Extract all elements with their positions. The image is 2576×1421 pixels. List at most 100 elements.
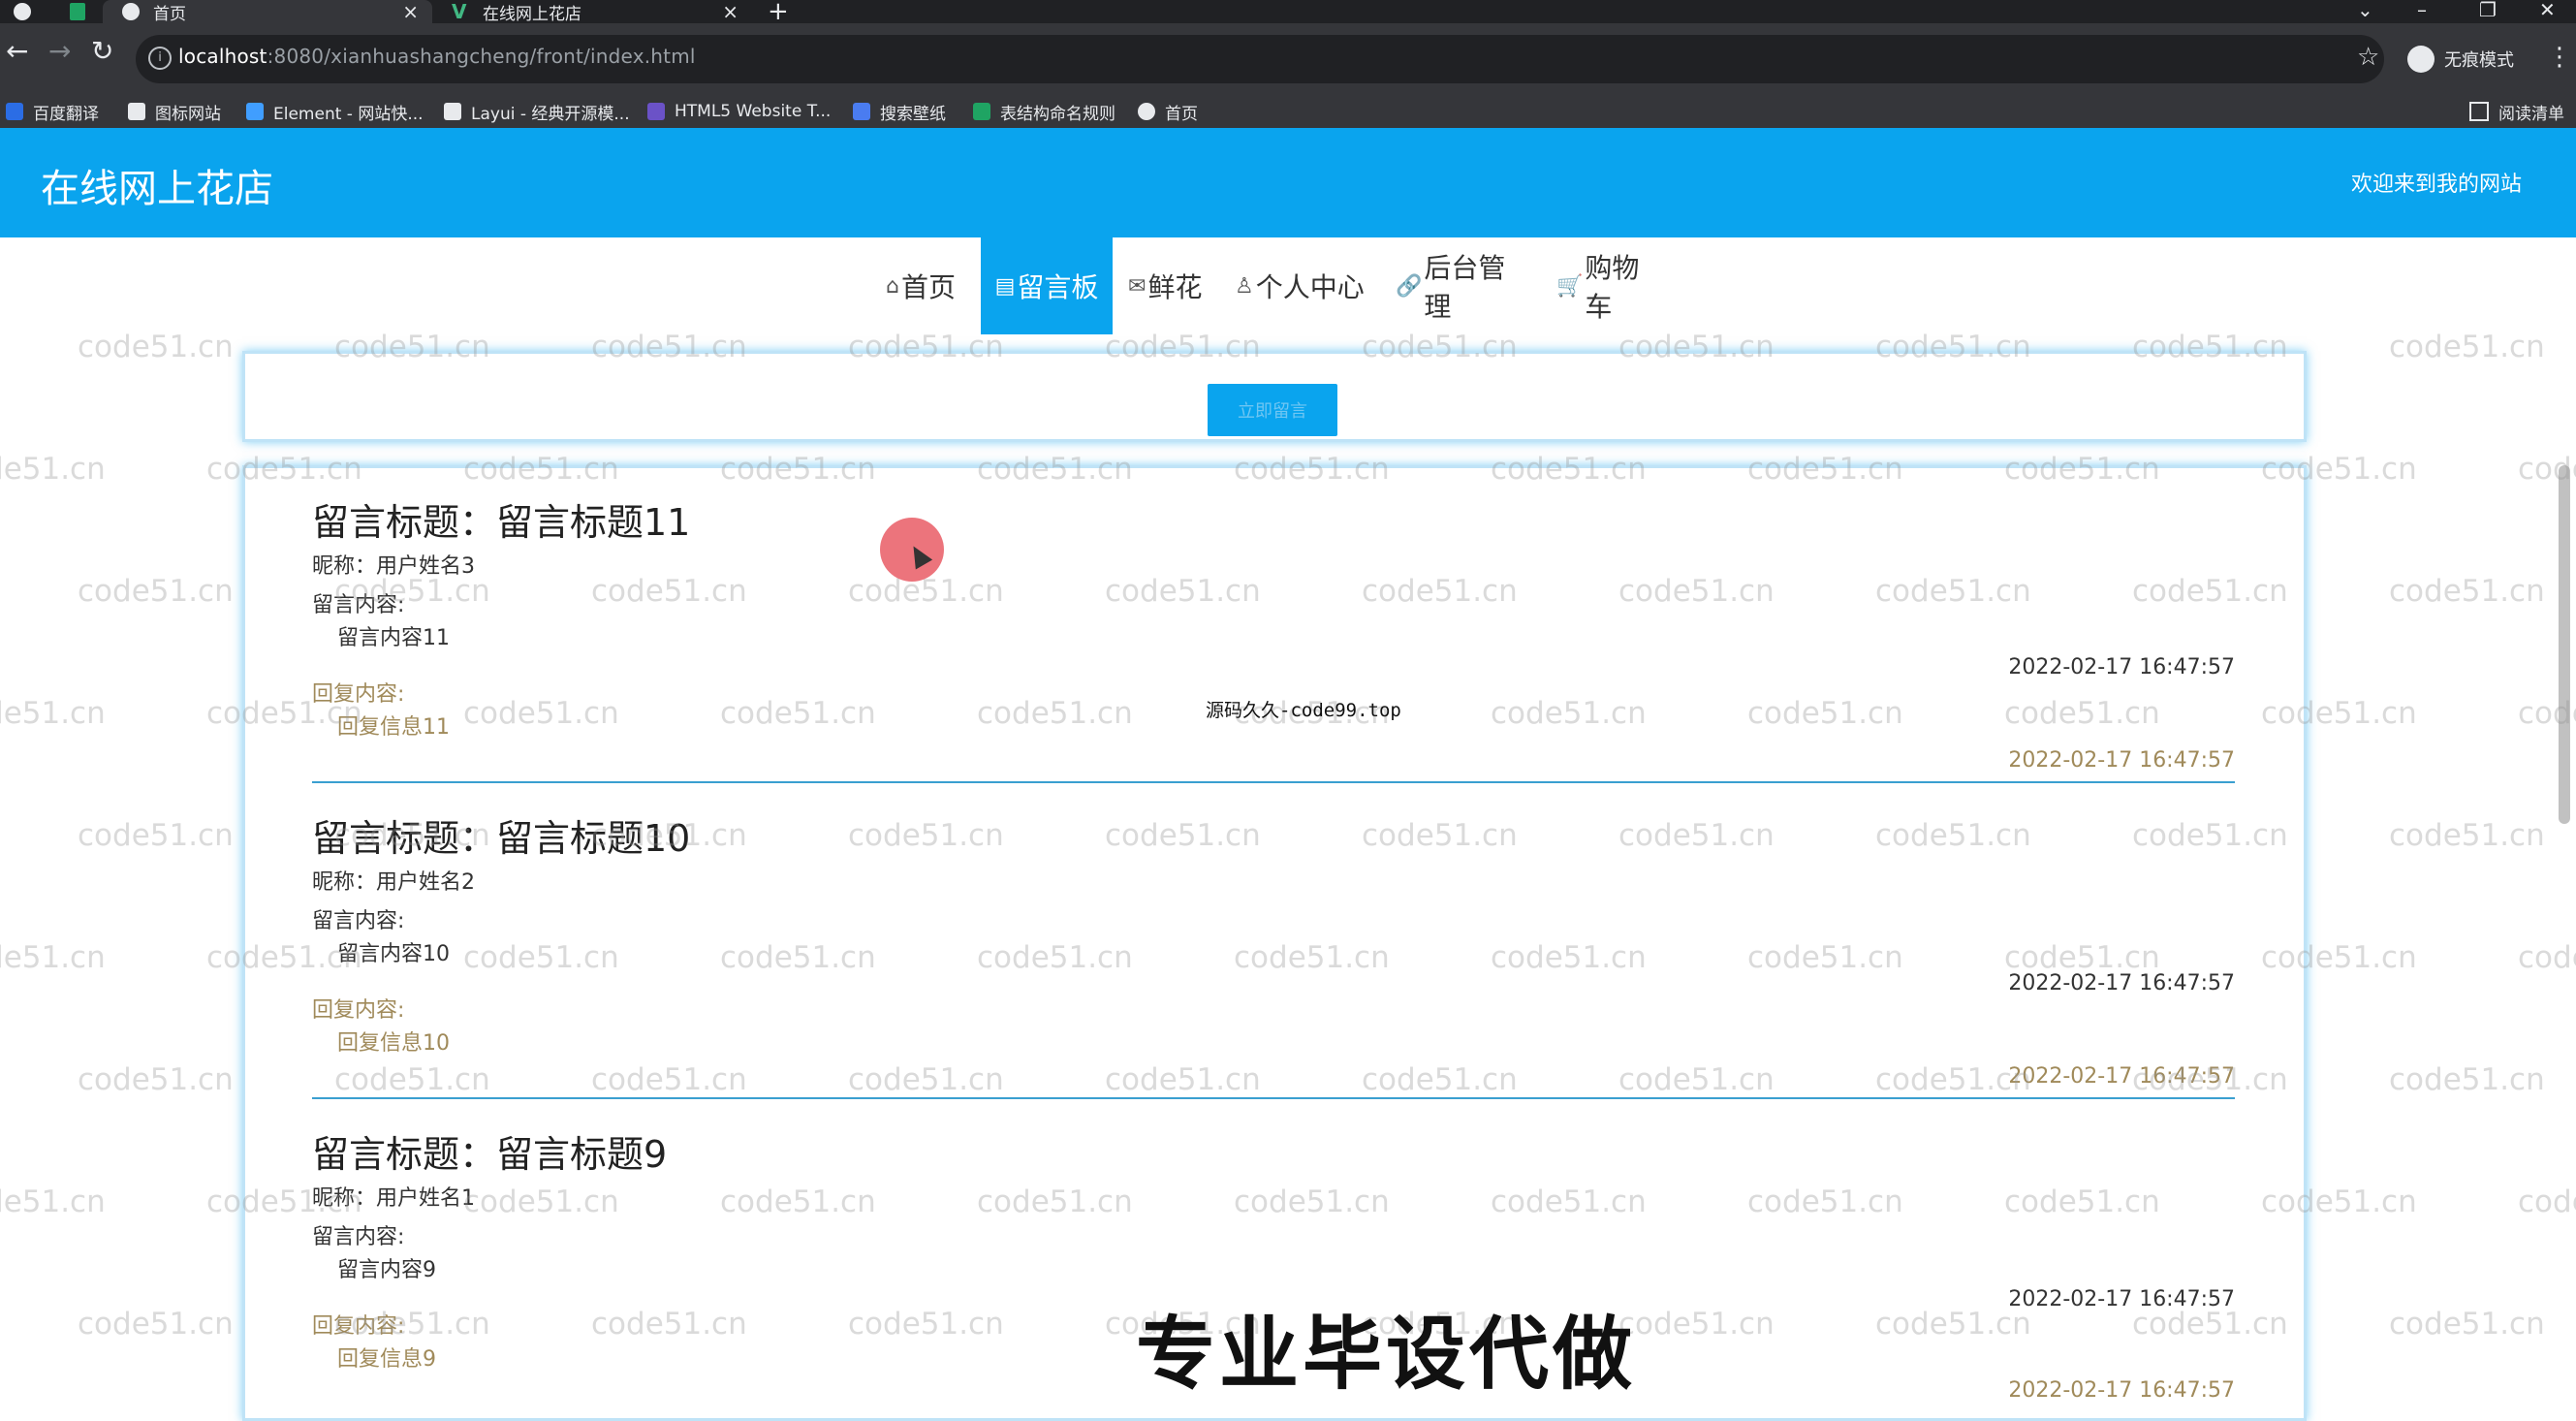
new-tab-button[interactable]: + [768, 0, 789, 24]
url-path: :8080/xianhuashangcheng/front/index.html [267, 45, 696, 68]
bookmark-label: 图标网站 [155, 104, 221, 124]
promo-stamp: 专业毕设代做 [1136, 1309, 1637, 1401]
spreadsheet-pinned-tab-icon[interactable] [70, 3, 85, 20]
watermark-text: code51.cn [2389, 1307, 2545, 1342]
reply-time: 2022-02-17 16:47:57 [2008, 1378, 2235, 1403]
bookmark-star-icon[interactable]: ☆ [2357, 43, 2379, 72]
reply-time: 2022-02-17 16:47:57 [2008, 1064, 2235, 1089]
layui-icon [444, 103, 461, 120]
nav-flowers-label: 鲜花 [1147, 271, 1203, 303]
bookmark-baidu-translate[interactable]: 百度翻译 [6, 95, 99, 128]
bookmark-label: 百度翻译 [33, 104, 99, 124]
tab-home[interactable]: 首页 × [103, 0, 432, 24]
watermark-text: code51.cn [2389, 330, 2545, 364]
minimize-icon[interactable]: – [2417, 0, 2427, 19]
url-text[interactable]: localhost:8080/xianhuashangcheng/front/i… [178, 45, 696, 68]
baidu-translate-icon [6, 103, 23, 120]
message-content-label: 留言内容: [312, 1225, 405, 1249]
reply-label: 回复内容: [312, 998, 405, 1023]
sheet-icon [973, 103, 990, 120]
bookmark-label: Layui - 经典开源模... [471, 104, 630, 124]
close-icon[interactable]: × [722, 0, 738, 23]
tab-home-label: 首页 [153, 4, 186, 24]
bookmark-label: Element - 网站快... [273, 104, 424, 124]
bookmark-label: 首页 [1165, 104, 1198, 124]
bookmark-wallpaper[interactable]: 搜索壁纸 [853, 95, 946, 128]
nav-user-center[interactable]: ♙ 个人中心 [1235, 237, 1370, 334]
restore-icon[interactable]: ❐ [2479, 0, 2497, 19]
bookmark-element[interactable]: Element - 网站快... [246, 95, 424, 128]
page-scrollbar[interactable] [2559, 465, 2570, 824]
watermark-text: code51.cn [2389, 818, 2545, 853]
wallpaper-icon [853, 103, 870, 120]
html5-icon [647, 103, 665, 120]
reply-label: 回复内容: [312, 682, 405, 707]
incognito-icon [2407, 46, 2435, 73]
watermark-text: code51.cn [78, 1062, 234, 1097]
bookmark-layui[interactable]: Layui - 经典开源模... [444, 95, 630, 128]
tab-search-icon[interactable]: ⌄ [2357, 0, 2373, 19]
nav-cart[interactable]: 🛒 购物车 [1556, 237, 1663, 334]
browser-menu-dots-icon[interactable]: ⋮ [2547, 43, 2572, 72]
message-time: 2022-02-17 16:47:57 [2008, 655, 2235, 679]
browser-menu-icon[interactable] [14, 3, 31, 20]
nav-home[interactable]: ⌂ 首页 [886, 237, 963, 334]
bookmark-icon-site[interactable]: 图标网站 [128, 95, 221, 128]
divider [312, 1097, 2235, 1099]
nav-admin[interactable]: 🔗 后台管理 [1396, 237, 1527, 334]
nav-flowers[interactable]: ✉ 鲜花 [1128, 237, 1206, 334]
divider [312, 781, 2235, 783]
tab-flower-shop[interactable]: V 在线网上花店 × [432, 0, 752, 24]
post-message-button[interactable]: 立即留言 [1208, 384, 1337, 436]
bookmark-home[interactable]: 首页 [1138, 95, 1198, 128]
flag-icon [128, 103, 145, 120]
message-title: 留言标题：留言标题9 [312, 1133, 668, 1176]
source-watermark: 源码久久-code99.top [1206, 700, 1401, 721]
site-header [0, 128, 2576, 237]
bookmark-html5[interactable]: HTML5 Website T... [647, 95, 831, 128]
reply-content: 回复信息11 [337, 715, 450, 740]
element-icon [246, 103, 264, 120]
message-title: 留言标题：留言标题11 [312, 501, 691, 544]
reply-time: 2022-02-17 16:47:57 [2008, 748, 2235, 773]
watermark-text: code51.cn [0, 940, 106, 975]
user-icon: ♙ [1235, 273, 1254, 299]
nav-admin-label: 后台管理 [1424, 252, 1506, 323]
nav-home-label: 首页 [900, 271, 956, 303]
message-time: 2022-02-17 16:47:57 [2008, 1287, 2235, 1311]
message-content: 留言内容10 [337, 942, 450, 966]
reading-list-label: 阅读清单 [2498, 104, 2564, 124]
close-icon[interactable]: × [402, 0, 419, 23]
message-time: 2022-02-17 16:47:57 [2008, 971, 2235, 995]
message-title: 留言标题：留言标题10 [312, 817, 691, 860]
watermark-text: code51.cn [2389, 1062, 2545, 1097]
forward-icon[interactable]: → [48, 35, 71, 67]
bookmark-table-naming[interactable]: 表结构命名规则 [973, 95, 1115, 128]
site-title: 在线网上花店 [41, 167, 273, 211]
message-content: 留言内容11 [337, 626, 450, 650]
message-board-icon: ▤ [994, 273, 1016, 299]
nav-user-center-label: 个人中心 [1255, 271, 1365, 303]
reload-icon[interactable]: ↻ [91, 35, 113, 67]
watermark-text: code51.cn [78, 818, 234, 853]
mail-icon: ✉ [1128, 273, 1147, 299]
watermark-text: code51.cn [2518, 1184, 2576, 1219]
watermark-text: code51.cn [2389, 574, 2545, 609]
site-info-icon[interactable]: i [148, 47, 172, 70]
nav-message-board-label: 留言板 [1017, 271, 1099, 303]
watermark-text: code51.cn [78, 330, 234, 364]
message-content: 留言内容9 [337, 1258, 436, 1282]
back-icon[interactable]: ← [6, 35, 28, 67]
reply-label: 回复内容: [312, 1314, 405, 1339]
bookmark-label: HTML5 Website T... [675, 102, 832, 121]
window-close-icon[interactable]: ✕ [2539, 0, 2556, 19]
nav-message-board[interactable]: ▤ 留言板 [981, 237, 1113, 334]
incognito-indicator[interactable]: 无痕模式 [2407, 45, 2514, 74]
reading-list[interactable]: 阅读清单 [2469, 95, 2564, 128]
tab-flower-shop-label: 在线网上花店 [483, 4, 581, 24]
message-nickname: 昵称：用户姓名1 [312, 1186, 475, 1211]
cart-icon: 🛒 [1556, 273, 1584, 299]
watermark-text: code51.cn [78, 1307, 234, 1342]
message-nickname: 昵称：用户姓名3 [312, 554, 475, 579]
message-content-label: 留言内容: [312, 909, 405, 933]
